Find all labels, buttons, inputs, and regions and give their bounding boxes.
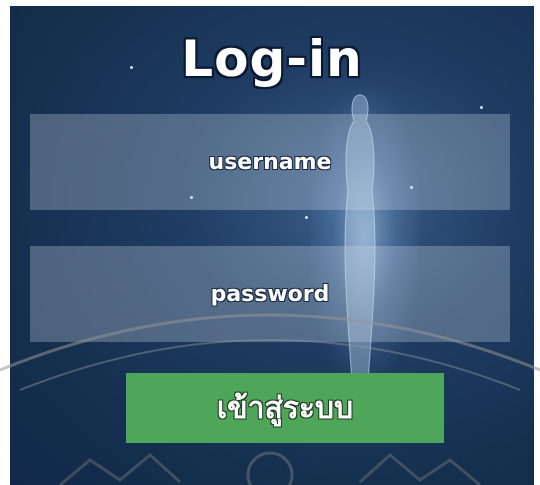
password-field[interactable]: password bbox=[30, 246, 510, 342]
page-title: Log-in bbox=[181, 30, 363, 88]
password-placeholder: password bbox=[210, 281, 330, 307]
login-button-label: เข้าสู่ระบบ bbox=[216, 390, 354, 426]
star-dot bbox=[480, 106, 483, 109]
login-panel: Log-in username password เข้าสู่ระบบ bbox=[10, 6, 534, 485]
username-field[interactable]: username bbox=[30, 114, 510, 210]
login-button[interactable]: เข้าสู่ระบบ bbox=[126, 373, 444, 443]
username-placeholder: username bbox=[208, 149, 332, 175]
star-dot bbox=[305, 216, 308, 219]
